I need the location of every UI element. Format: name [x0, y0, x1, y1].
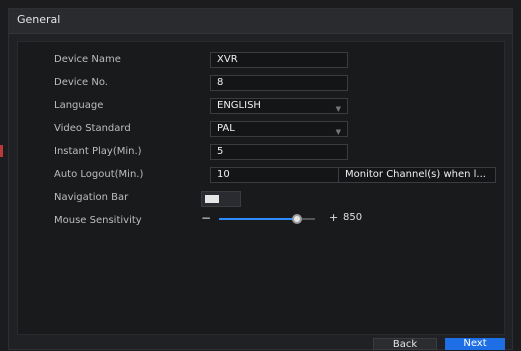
label-auto-logout: Auto Logout(Min.): [54, 169, 144, 180]
increase-button[interactable]: +: [329, 211, 338, 224]
toggle-knob: [205, 195, 219, 203]
monitor-channels-button[interactable]: Monitor Channel(s) when l...: [338, 167, 496, 183]
language-select[interactable]: ENGLISH ▼: [210, 98, 348, 114]
decrease-button[interactable]: −: [201, 211, 211, 225]
chevron-down-icon: ▼: [335, 105, 341, 113]
label-video-standard: Video Standard: [54, 123, 131, 134]
device-name-input[interactable]: XVR: [210, 52, 348, 68]
navigation-bar-toggle[interactable]: [201, 191, 241, 207]
slider-track[interactable]: [219, 214, 315, 224]
label-device-no: Device No.: [54, 77, 108, 88]
chevron-down-icon: ▼: [335, 128, 341, 136]
next-button[interactable]: Next: [445, 338, 505, 350]
general-settings-window: General Device Name XVR Device No. 8 Lan…: [8, 8, 513, 350]
device-no-input[interactable]: 8: [210, 75, 348, 91]
label-navigation-bar: Navigation Bar: [54, 192, 129, 203]
label-language: Language: [54, 100, 104, 111]
window-title: General: [17, 13, 61, 26]
video-standard-select[interactable]: PAL ▼: [210, 121, 348, 137]
side-indicator: [0, 145, 3, 157]
sensitivity-value: 850: [343, 212, 363, 223]
instant-play-input[interactable]: 5: [210, 144, 348, 160]
auto-logout-input[interactable]: 10: [210, 167, 340, 183]
video-standard-value: PAL: [217, 123, 235, 134]
mouse-sensitivity-slider: − + 850: [201, 211, 363, 227]
title-bar: General: [9, 9, 512, 34]
slider-fill: [219, 218, 297, 220]
slider-thumb[interactable]: [292, 214, 302, 224]
label-mouse-sensitivity: Mouse Sensitivity: [54, 215, 142, 226]
language-value: ENGLISH: [217, 100, 261, 111]
settings-panel: Device Name XVR Device No. 8 Language EN…: [17, 41, 505, 335]
label-device-name: Device Name: [54, 54, 121, 65]
label-instant-play: Instant Play(Min.): [54, 146, 142, 157]
back-button[interactable]: Back: [373, 338, 437, 350]
